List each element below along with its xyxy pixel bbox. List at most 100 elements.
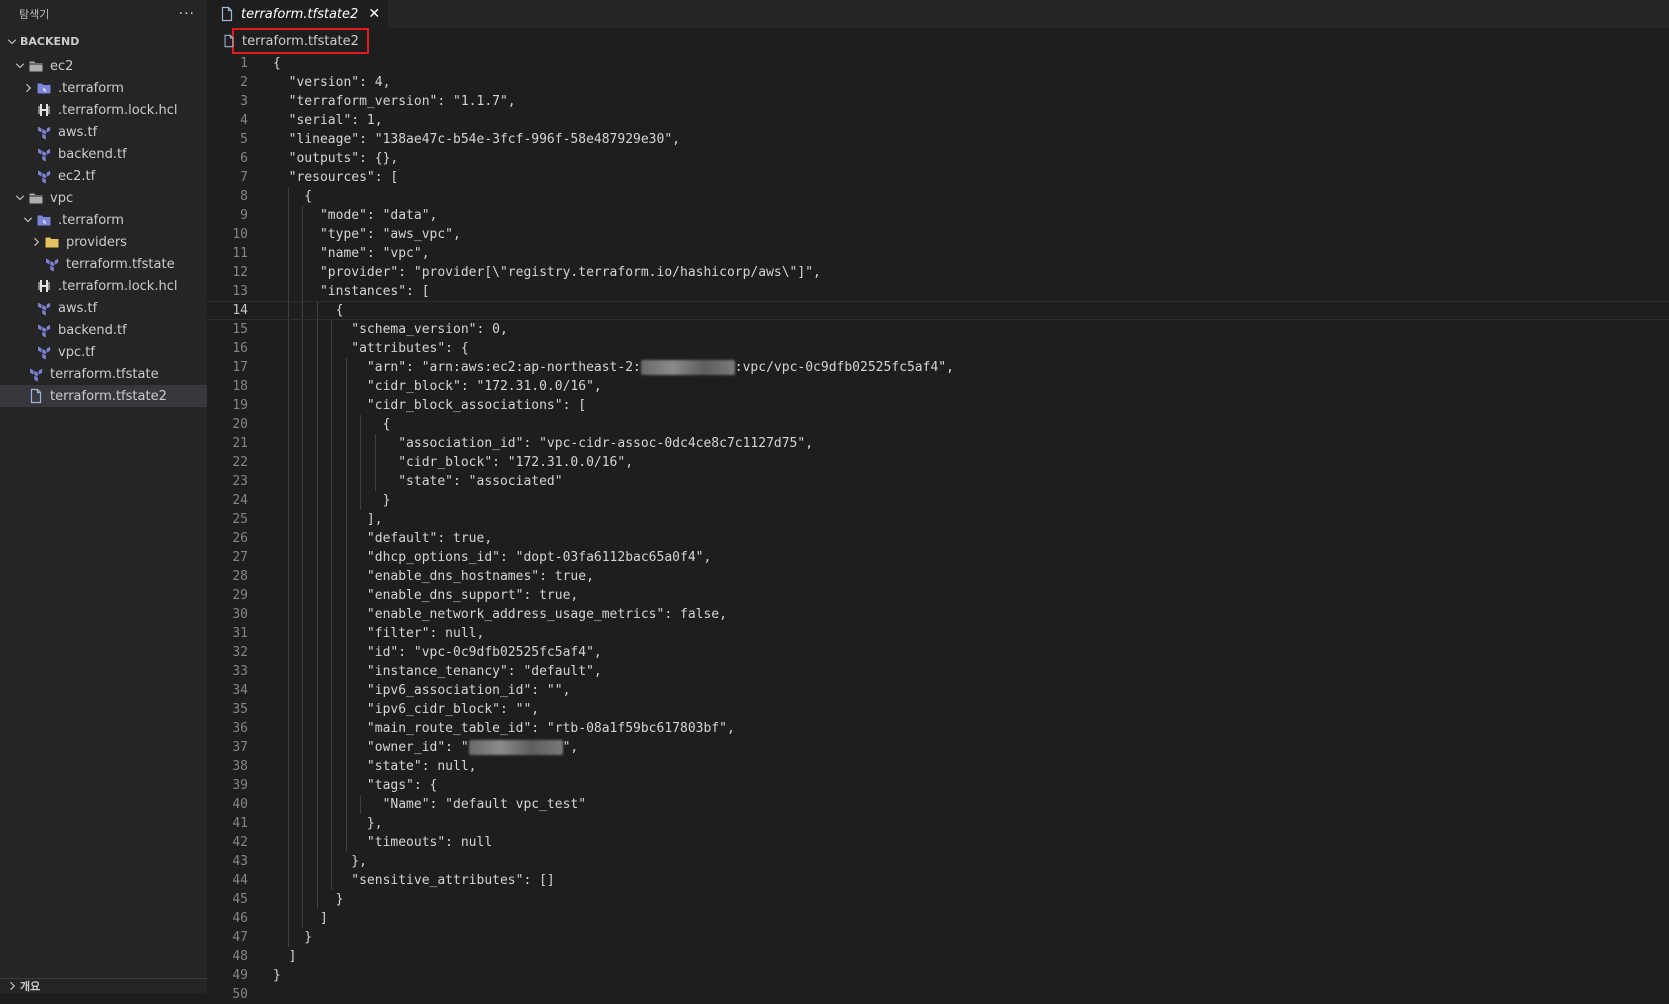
line-number: 23 [232, 474, 248, 489]
line-text: }, [273, 816, 383, 831]
terraform-icon [28, 366, 44, 382]
editor-tab[interactable]: terraform.tfstate2 ✕ [207, 0, 389, 28]
code-line: 29 "enable_dns_support": true, [207, 586, 1669, 605]
workspace-section-header[interactable]: BACKEND [0, 28, 207, 55]
code-line: 35 "ipv6_cidr_block": "", [207, 700, 1669, 719]
line-number: 12 [232, 265, 248, 280]
chevron-right-icon [28, 234, 44, 250]
code-line: 17 "arn": "arn:aws:ec2:ap-northeast-2:00… [207, 358, 1669, 377]
file-icon [219, 6, 235, 22]
line-text: ], [273, 512, 383, 527]
tree-item[interactable]: ec2 [0, 55, 207, 77]
tree-item-label: .terraform [58, 80, 124, 96]
tree-item[interactable]: .terraform [0, 209, 207, 231]
code-line: 13 "instances": [ [207, 282, 1669, 301]
terraform-icon [36, 146, 52, 162]
tree-item[interactable]: aws.tf [0, 121, 207, 143]
line-text: "resources": [ [273, 170, 399, 185]
code-line: 15 "schema_version": 0, [207, 320, 1669, 339]
code-line: 1{ [207, 54, 1669, 73]
line-number: 1 [240, 56, 248, 71]
line-number: 50 [232, 987, 248, 1002]
tree-item[interactable]: terraform.tfstate [0, 363, 207, 385]
line-number: 18 [232, 379, 248, 394]
line-text: "name": "vpc", [273, 246, 430, 261]
tree-item[interactable]: aws.tf [0, 297, 207, 319]
chevron-down-icon [12, 58, 28, 74]
line-number: 16 [232, 341, 248, 356]
line-number: 3 [240, 94, 248, 109]
redacted-value: 000000000000 [468, 740, 563, 755]
chevron-right-icon [20, 80, 36, 96]
tree-item[interactable]: terraform.tfstate2 [0, 385, 207, 407]
line-number: 14 [232, 303, 248, 318]
line-number: 15 [232, 322, 248, 337]
code-line: 5 "lineage": "138ae47c-b54e-3fcf-996f-58… [207, 130, 1669, 149]
line-number: 29 [232, 588, 248, 603]
line-number: 26 [232, 531, 248, 546]
line-number: 9 [240, 208, 248, 223]
line-text: "instance_tenancy": "default", [273, 664, 602, 679]
breadcrumb-item-file[interactable]: terraform.tfstate2 [232, 28, 369, 54]
tree-item-label: terraform.tfstate2 [50, 388, 167, 404]
code-line: 48 ] [207, 947, 1669, 966]
line-text: "ipv6_cidr_block": "", [273, 702, 540, 717]
tab-label: terraform.tfstate2 [241, 6, 359, 22]
line-text: { [273, 189, 313, 204]
tree-item[interactable]: .terraform.lock.hcl [0, 99, 207, 121]
code-line: 4 "serial": 1, [207, 111, 1669, 130]
tree-item[interactable]: providers [0, 231, 207, 253]
line-number: 39 [232, 778, 248, 793]
line-text: "filter": null, [273, 626, 485, 641]
code-line: 7 "resources": [ [207, 168, 1669, 187]
chevron-down-icon [20, 212, 36, 228]
line-text: ] [273, 949, 297, 964]
line-number: 21 [232, 436, 248, 451]
line-text: }, [273, 854, 367, 869]
code-line: 32 "id": "vpc-0c9dfb02525fc5af4", [207, 643, 1669, 662]
line-number: 25 [232, 512, 248, 527]
tab-bar: terraform.tfstate2 ✕ [207, 0, 1669, 28]
outline-section-header[interactable]: 개요 [0, 978, 207, 993]
close-icon[interactable]: ✕ [368, 6, 380, 22]
code-line: 45 } [207, 890, 1669, 909]
tree-item-label: ec2 [50, 58, 74, 74]
tree-item-label: .terraform [58, 212, 124, 228]
tree-item[interactable]: ec2.tf [0, 165, 207, 187]
tree-item[interactable]: backend.tf [0, 319, 207, 341]
code-line: 20 { [207, 415, 1669, 434]
line-text: "enable_network_address_usage_metrics": … [273, 607, 727, 622]
code-line: 18 "cidr_block": "172.31.0.0/16", [207, 377, 1669, 396]
code-line: 2 "version": 4, [207, 73, 1669, 92]
tree-item[interactable]: vpc [0, 187, 207, 209]
line-text: "type": "aws_vpc", [273, 227, 461, 242]
code-line: 49} [207, 966, 1669, 985]
more-actions-icon[interactable]: ··· [179, 6, 195, 22]
code-line: 22 "cidr_block": "172.31.0.0/16", [207, 453, 1669, 472]
code-line: 42 "timeouts": null [207, 833, 1669, 852]
code-line: 33 "instance_tenancy": "default", [207, 662, 1669, 681]
code-editor[interactable]: 1{2 "version": 4, 3 "terraform_version": … [207, 54, 1669, 1004]
line-text: "ipv6_association_id": "", [273, 683, 571, 698]
line-number: 47 [232, 930, 248, 945]
line-number: 20 [232, 417, 248, 432]
code-line: 14 { [207, 301, 1669, 320]
tree-item[interactable]: backend.tf [0, 143, 207, 165]
line-number: 37 [232, 740, 248, 755]
line-number: 13 [232, 284, 248, 299]
tree-item[interactable]: .terraform.lock.hcl [0, 275, 207, 297]
terraform-folder-icon [36, 80, 52, 96]
tree-item-label: .terraform.lock.hcl [58, 102, 178, 118]
line-text: "timeouts": null [273, 835, 493, 850]
line-text: "association_id": "vpc-cidr-assoc-0dc4ce… [273, 436, 814, 451]
tree-item[interactable]: vpc.tf [0, 341, 207, 363]
line-text: "Name": "default vpc_test" [273, 797, 587, 812]
code-line: 40 "Name": "default vpc_test" [207, 795, 1669, 814]
line-text: ] [273, 911, 328, 926]
code-line: 50 [207, 985, 1669, 1004]
tree-item-label: terraform.tfstate [50, 366, 159, 382]
chevron-down-icon [12, 190, 28, 206]
tree-item[interactable]: .terraform [0, 77, 207, 99]
tree-item[interactable]: terraform.tfstate [0, 253, 207, 275]
line-text: "state": "associated" [273, 474, 563, 489]
